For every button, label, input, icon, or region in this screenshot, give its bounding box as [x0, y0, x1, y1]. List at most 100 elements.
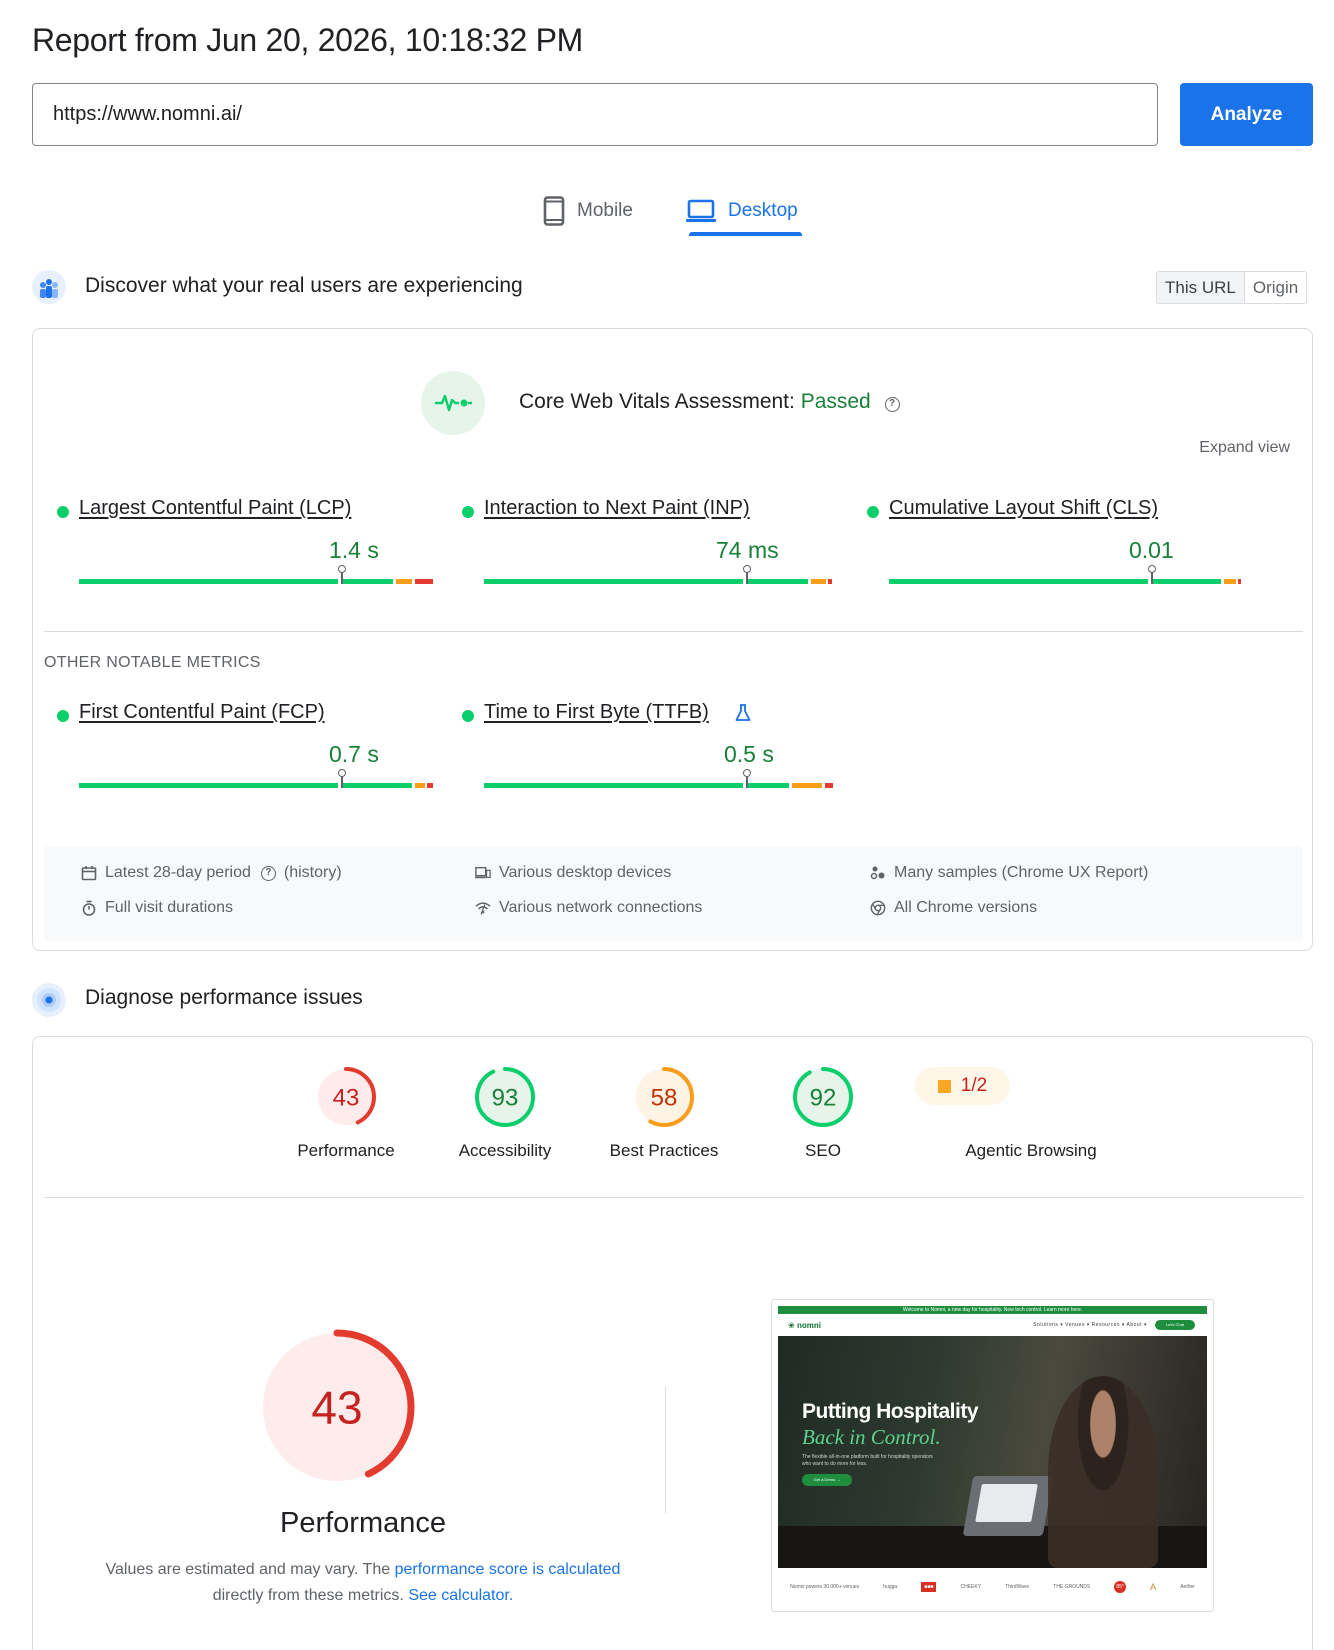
partner-logo: ■■■ — [921, 1582, 937, 1592]
laptop-icon — [686, 199, 716, 222]
metric-label[interactable]: Cumulative Layout Shift (CLS) — [889, 497, 1158, 520]
status-dot — [462, 710, 474, 722]
gauge-score: 58 — [651, 1085, 678, 1112]
info-devices-label: Various desktop devices — [499, 864, 672, 881]
gauge-seo[interactable]: 92 SEO — [753, 1065, 893, 1175]
crux-users-icon — [32, 270, 66, 304]
screenshot-banner: Welcome to Nomni, a new day for hospital… — [778, 1306, 1207, 1314]
diagnose-target-icon — [32, 983, 66, 1017]
history-link[interactable]: history — [289, 864, 336, 881]
url-input[interactable] — [32, 83, 1158, 146]
gauge-label: SEO — [805, 1141, 841, 1160]
distribution-bar — [79, 579, 451, 584]
gauge-label: Best Practices — [609, 1141, 719, 1160]
metric-label[interactable]: First Contentful Paint (FCP) — [79, 701, 325, 724]
pos-terminal-image — [962, 1476, 1054, 1536]
chrome-ux-report-link[interactable]: Chrome UX Report — [1007, 864, 1143, 881]
gauge-ring: 58 — [634, 1067, 694, 1127]
gauge-accessibility[interactable]: 93 Accessibility — [435, 1065, 575, 1175]
tab-desktop[interactable]: Desktop — [686, 186, 798, 236]
distribution-bar — [79, 783, 451, 788]
info-network: Various network connections — [475, 899, 702, 917]
expand-view-link[interactable]: Expand view — [1199, 439, 1290, 457]
gauge-score: 43 — [333, 1085, 360, 1112]
info-versions-label: All Chrome versions — [894, 899, 1038, 916]
crux-info-box: Latest 28-day period ? (history) Full vi… — [44, 846, 1303, 941]
tab-mobile[interactable]: Mobile — [543, 186, 633, 236]
calendar-icon — [81, 865, 97, 881]
info-period: Latest 28-day period ? (history) — [81, 864, 342, 882]
lighthouse-card: 43 Performance 93 Accessibility 58 Best … — [32, 1036, 1313, 1650]
metric-value: 0.01 — [1129, 537, 1174, 563]
diagnose-section-title: Diagnose performance issues — [85, 986, 363, 1009]
info-durations-label: Full visit durations — [105, 899, 234, 916]
vitals-pulse-icon — [421, 371, 485, 435]
see-calculator-link[interactable]: See calculator. — [408, 1587, 513, 1604]
gauge-performance[interactable]: 43 Performance — [276, 1065, 416, 1175]
toggle-this-url[interactable]: This URL — [1157, 272, 1245, 303]
toggle-origin[interactable]: Origin — [1245, 272, 1306, 303]
gauge-score: 43 — [311, 1382, 362, 1434]
partner-logo: ThirdWave — [1005, 1584, 1030, 1590]
p75-marker — [338, 769, 346, 788]
screenshot-logo: ❀ nomni — [788, 1320, 821, 1330]
note-text: Values are estimated and may vary. The — [105, 1561, 395, 1578]
metric-value: 1.4 s — [329, 537, 379, 563]
chrome-icon — [870, 900, 886, 916]
metric-cls: Cumulative Layout Shift (CLS) 0.01 — [867, 497, 1267, 607]
screenshot-menu: Solutions ▾ Venues ▾ Resources ▾ About ▾ — [1033, 1322, 1147, 1328]
partner-logo: THE GROUNDS — [1053, 1584, 1091, 1590]
info-durations: Full visit durations — [81, 899, 233, 917]
gauge-ring: 92 — [793, 1067, 853, 1127]
crux-card: Core Web Vitals Assessment: Passed ? Exp… — [32, 328, 1313, 951]
gauge-ring: 43 — [316, 1067, 376, 1127]
screenshot-hero: Putting Hospitality Back in Control. The… — [778, 1336, 1207, 1568]
help-icon[interactable]: ? — [260, 865, 276, 881]
metric-label[interactable]: Time to First Byte (TTFB) — [484, 701, 709, 724]
performance-main-gauge: 43 — [259, 1329, 415, 1485]
metric-fcp: First Contentful Paint (FCP) 0.7 s — [57, 701, 457, 811]
vertical-divider — [665, 1387, 666, 1513]
status-dot — [57, 506, 69, 518]
screenshot-subtext: The flexible all-in-one platform built f… — [802, 1454, 933, 1467]
gauge-best-practices[interactable]: 58 Best Practices — [594, 1065, 734, 1175]
report-title: Report from Jun 20, 2026, 10:18:32 PM — [32, 22, 584, 58]
metric-value: 0.5 s — [724, 741, 774, 767]
screenshot-cta: Let's Chat — [1155, 1320, 1195, 1330]
metric-inp: Interaction to Next Paint (INP) 74 ms — [462, 497, 862, 607]
gauge-label: Performance — [297, 1141, 395, 1160]
analyze-button[interactable]: Analyze — [1180, 83, 1313, 146]
metric-label[interactable]: Interaction to Next Paint (INP) — [484, 497, 750, 520]
distribution-bar — [484, 783, 856, 788]
info-samples-label: Many samples (Chrome UX Report) — [894, 864, 1149, 881]
agentic-browsing-pill[interactable]: 1/2 — [915, 1067, 1010, 1105]
person-image — [1048, 1376, 1158, 1568]
screenshot-headline-accent: Back in Control. — [802, 1425, 941, 1449]
tab-desktop-label: Desktop — [728, 200, 798, 221]
info-versions: All Chrome versions — [870, 899, 1037, 917]
partner-logo: A — [1150, 1582, 1157, 1592]
metric-label[interactable]: Largest Contentful Paint (LCP) — [79, 497, 351, 520]
help-icon[interactable]: ? — [884, 397, 900, 412]
section-divider — [44, 1197, 1303, 1198]
info-period-label: Latest 28-day period — [105, 864, 251, 881]
network-wifi-icon — [475, 900, 491, 916]
history-link-wrap: (history) — [283, 864, 342, 881]
info-samples: Many samples (Chrome UX Report) — [870, 864, 1148, 882]
samples-icon — [870, 865, 886, 881]
cwv-assessment: Core Web Vitals Assessment: Passed ? — [519, 390, 900, 414]
performance-score-link[interactable]: performance score is calculated — [395, 1561, 621, 1578]
tab-mobile-label: Mobile — [577, 200, 633, 221]
status-dot — [867, 506, 879, 518]
partner-logo: Nomni powers 30,000+ venues — [790, 1584, 860, 1590]
performance-note: Values are estimated and may vary. The p… — [93, 1557, 633, 1609]
info-devices: Various desktop devices — [475, 864, 671, 882]
gauge-label: Agentic Browsing — [965, 1141, 1097, 1160]
gauge-score: 93 — [492, 1085, 519, 1112]
p75-marker — [338, 565, 346, 584]
page-screenshot: Welcome to Nomni, a new day for hospital… — [771, 1299, 1214, 1612]
gauge-score: 92 — [810, 1085, 837, 1112]
section-divider — [44, 631, 1303, 632]
metric-value: 0.7 s — [329, 741, 379, 767]
metric-ttfb: Time to First Byte (TTFB) 0.5 s — [462, 701, 862, 811]
